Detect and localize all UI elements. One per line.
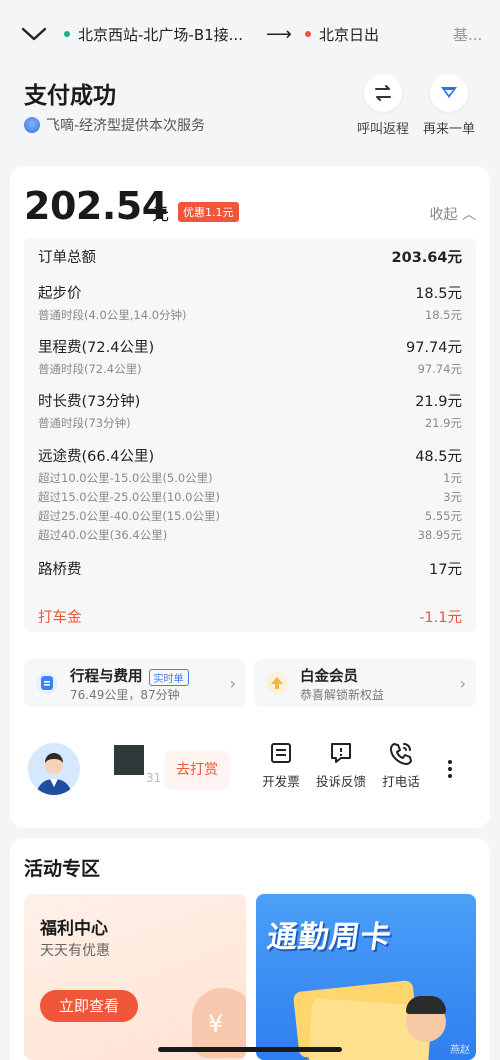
- base-sub-row: 普通时段(4.0公里,14.0分钟) 18.5元: [38, 308, 462, 322]
- coupon-row: 打车金 -1.1元: [38, 610, 462, 626]
- destination-fade: [378, 22, 448, 46]
- complaint-button[interactable]: 投诉反馈: [310, 741, 372, 790]
- member-card[interactable]: 白金会员 恭喜解锁新权益 ›: [254, 659, 476, 707]
- welfare-center-banner[interactable]: 福利中心 天天有优惠 立即查看 ¥: [24, 894, 246, 1060]
- duration-row: 时长费(73分钟) 21.9元: [38, 394, 462, 410]
- plate-redaction: [114, 745, 144, 775]
- feedback-icon: [331, 743, 351, 763]
- long-distance-sub-row: 超过15.0公里-25.0公里(10.0公里) 3元: [38, 490, 462, 504]
- call-button[interactable]: 打电话: [370, 741, 432, 790]
- upgrade-icon: [266, 672, 288, 694]
- yuan-icon: ¥: [208, 1010, 224, 1038]
- activity-title: 活动专区: [24, 858, 101, 880]
- trip-fee-card[interactable]: 行程与费用 实时单 76.49公里，87分钟 ›: [24, 659, 246, 707]
- long-distance-sub-row: 超过40.0公里(36.4公里) 38.95元: [38, 528, 462, 542]
- destination-dot: [305, 30, 311, 37]
- swap-icon: [364, 74, 402, 112]
- mileage-row: 里程费(72.4公里) 97.74元: [38, 340, 462, 356]
- mileage-sub-row: 普通时段(72.4公里) 97.74元: [38, 362, 462, 376]
- chevron-down-icon[interactable]: [20, 22, 48, 46]
- phone-icon: [390, 743, 412, 765]
- driver-avatar[interactable]: [28, 743, 80, 795]
- realtime-tag: 实时单: [148, 668, 189, 686]
- privacy-mask: [84, 749, 100, 775]
- long-distance-row: 远途费(66.4公里) 48.5元: [38, 449, 462, 465]
- total-row: 订单总额 203.64元: [38, 250, 462, 266]
- mascot-hair: [406, 996, 446, 1014]
- view-now-button[interactable]: 立即查看: [40, 990, 138, 1022]
- chevron-right-icon: ›: [229, 674, 236, 693]
- fare-amount: 202.54: [24, 184, 168, 228]
- toll-row: 路桥费 17元: [38, 562, 462, 578]
- invoice-button[interactable]: 开发票: [250, 741, 312, 790]
- activity-zone: 活动专区 福利中心 天天有优惠 立即查看 ¥ 通勤周卡 燕赵: [10, 838, 490, 1060]
- base-row: 起步价 18.5元: [38, 286, 462, 302]
- route-header: 北京西站-北广场-B1接... ⟶ 北京日出 基...: [0, 0, 500, 68]
- page-title: 支付成功: [24, 83, 116, 109]
- route-arrow-icon: ⟶: [266, 24, 292, 45]
- reorder-icon: [430, 74, 468, 112]
- provider-info: 飞嘀-经济型提供本次服务: [24, 115, 205, 135]
- chevron-up-icon: ︿: [462, 207, 476, 223]
- chevron-right-icon: ›: [459, 674, 466, 693]
- fare-unit: 元: [152, 205, 169, 225]
- commute-card-banner[interactable]: 通勤周卡 燕赵: [256, 894, 476, 1060]
- long-distance-sub-row: 超过25.0公里-40.0公里(15.0公里) 5.55元: [38, 509, 462, 523]
- fare-card: 202.54 元 优惠1.1元 收起 ︿ 订单总额 203.64元 起步价 18.5…: [10, 166, 490, 828]
- home-indicator[interactable]: [158, 1047, 342, 1052]
- discount-badge: 优惠1.1元: [178, 202, 239, 222]
- collapse-button[interactable]: 收起 ︿: [430, 204, 476, 224]
- long-distance-sub-row: 超过10.0公里-15.0公里(5.0公里) 1元: [38, 471, 462, 485]
- driver-actions-row: 31 去打赏 开发票 投诉反馈 打电话: [24, 739, 476, 799]
- reorder-button[interactable]: 再来一单: [418, 74, 480, 137]
- route-origin: 北京西站-北广场-B1接...: [64, 24, 254, 45]
- more-icon[interactable]: [448, 757, 456, 781]
- provider-logo-icon: [24, 117, 40, 133]
- return-trip-button[interactable]: 呼叫返程: [352, 74, 414, 137]
- fare-breakdown: 订单总额 203.64元 起步价 18.5元 普通时段(4.0公里,14.0分钟) 1…: [24, 238, 476, 632]
- origin-dot: [64, 30, 70, 37]
- tip-button[interactable]: 去打赏: [166, 751, 228, 787]
- invoice-icon: [271, 743, 291, 763]
- document-icon: [36, 672, 58, 694]
- duration-sub-row: 普通时段(73分钟) 21.9元: [38, 416, 462, 430]
